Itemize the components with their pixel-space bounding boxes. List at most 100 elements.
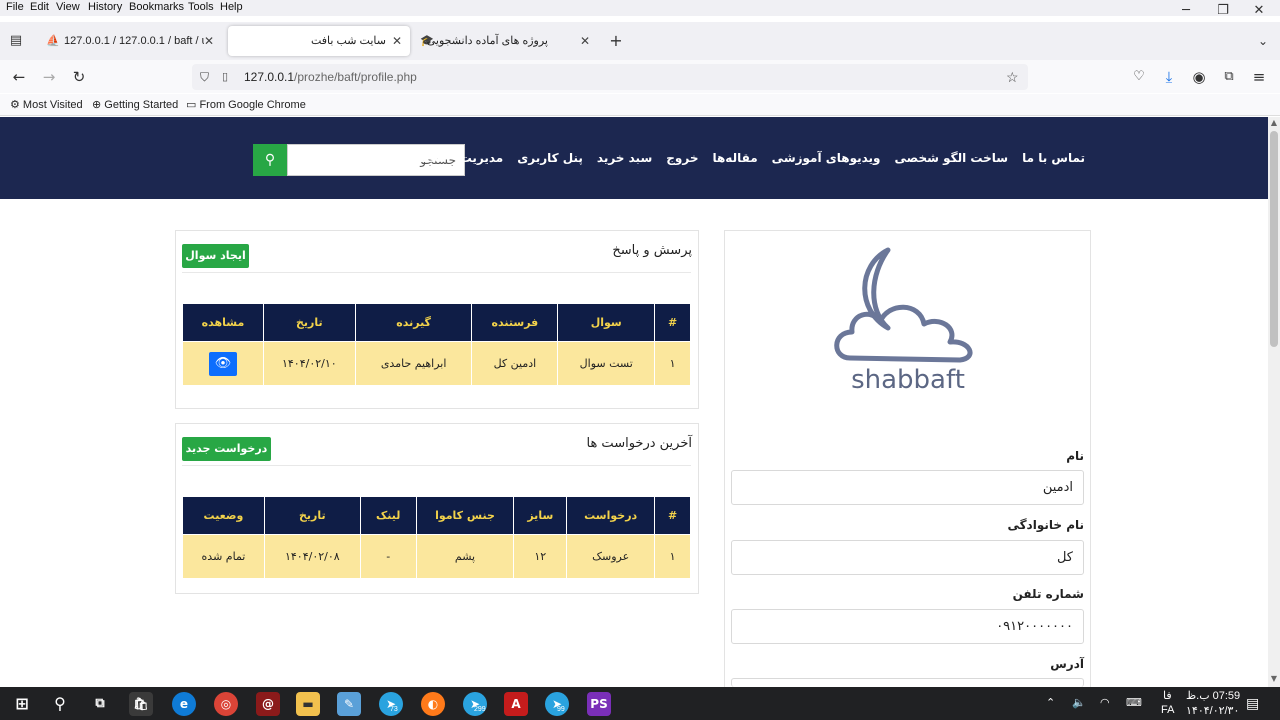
address-field[interactable] [731,678,1084,687]
download-icon[interactable]: ⤓ [1158,66,1180,88]
close-tab-icon[interactable]: ✕ [204,26,214,56]
col-question: سوال [557,303,656,342]
menu-cart[interactable]: سبد خرید [597,151,652,165]
col-date: تاریخ [263,496,361,535]
tab-shabbaft[interactable]: سایت شب بافت ✕ [228,26,410,56]
menu-edit[interactable]: Edit [30,1,49,13]
notes-icon[interactable]: ✎ [337,692,361,716]
minimize-icon[interactable]: ─ [1171,0,1201,22]
bookmarks-bar: ⚙ Most Visited ⊕ Getting Started ▭ From … [0,94,1280,116]
divider [182,272,691,273]
bookmark-folder-chrome[interactable]: ▭ From Google Chrome [186,98,306,111]
phpstorm-icon[interactable]: PS [587,692,611,716]
task-view-icon[interactable]: ⧉ [88,692,112,716]
last-name-field[interactable]: کل [731,540,1084,575]
badge-count: 73 [390,706,398,713]
search-button[interactable]: ⚲ [253,144,287,176]
close-tab-icon[interactable]: ✕ [392,26,402,56]
wifi-icon[interactable]: ◠ [1100,696,1110,709]
menu-logout[interactable]: خروج [666,151,698,165]
cell-number: ۱ [654,341,691,386]
menu-products[interactable]: محصولات▾ [385,151,445,165]
menu-tutorial-videos[interactable]: ویدیوهای آموزشی [772,151,881,165]
store-icon[interactable]: 🛍 [129,692,153,716]
acrobat-icon[interactable]: A [504,692,528,716]
menu-help[interactable]: Help [220,1,243,13]
windows-start-icon[interactable]: ⊞ [10,692,34,716]
bookmark-star-icon[interactable]: ☆ [1006,64,1019,90]
close-tab-icon[interactable]: ✕ [580,26,590,56]
menu-bookmarks[interactable]: Bookmarks [129,1,184,13]
table-header-row: # سوال فرستنده گیرنده تاریخ مشاهده [182,303,691,342]
cell-date: ۱۴۰۴/۰۲/۱۰ [262,341,356,386]
tray-chevron-icon[interactable]: ⌃ [1046,696,1055,709]
scroll-up-icon[interactable]: ▲ [1268,118,1280,130]
col-view: مشاهده [182,303,264,342]
extensions-icon[interactable]: ⧉ [1218,66,1240,88]
col-number: # [654,496,691,535]
restore-icon[interactable]: ❐ [1208,0,1238,22]
hamburger-menu-icon[interactable]: ≡ [1248,66,1270,88]
phpmyadmin-icon: ⛵ [46,35,60,47]
menu-articles[interactable]: مقاله‌ها [712,151,757,165]
requests-title: آخرین درخواست ها [586,436,692,451]
forward-icon[interactable]: → [38,66,60,88]
cell-material: پشم [415,534,515,579]
status-badge: تمام شده [182,534,265,579]
clock-time[interactable]: 07:59 ب.ظ [1186,689,1240,702]
menu-user-panel[interactable]: پنل کاربری [517,151,583,165]
file-explorer-icon[interactable]: ▬ [296,692,320,716]
tab-phpmyadmin[interactable]: ⛵ 127.0.0.1 / 127.0.0.1 / baft / use ✕ [38,26,224,56]
menu-home[interactable]: خانه [346,151,371,165]
menu-contact[interactable]: تماس با ما [1022,151,1085,165]
chrome-icon[interactable]: ◎ [214,692,238,716]
app-icon[interactable]: @ [256,692,280,716]
col-receiver: گیرنده [354,303,473,342]
question-link[interactable]: تست سوال [557,341,656,386]
col-status: وضعیت [182,496,265,535]
scroll-down-icon[interactable]: ▼ [1268,674,1280,686]
language-indicator[interactable]: FA [1161,704,1174,716]
create-question-button[interactable]: ایجاد سوال [182,244,249,268]
divider [182,465,691,466]
cell-sender: ادمین کل [471,341,559,386]
col-material: جنس کاموا [415,496,515,535]
bookmark-getting-started[interactable]: ⊕ Getting Started [92,98,178,111]
shabbaft-logo: shabbaft [834,247,973,395]
language-fa[interactable]: فا [1163,689,1172,702]
account-icon[interactable]: ◉ [1188,66,1210,88]
edge-icon[interactable]: e [172,692,196,716]
menu-view[interactable]: View [56,1,80,13]
firefox-icon[interactable]: ◐ [421,692,445,716]
bookmark-most-visited[interactable]: ⚙ Most Visited [10,98,83,111]
menu-custom-pattern[interactable]: ساخت الگو شخصی [895,151,1009,165]
new-tab-icon[interactable]: + [605,30,627,52]
menu-history[interactable]: History [88,1,122,13]
search-icon[interactable]: ⚲ [48,692,72,716]
back-icon[interactable]: ← [8,66,30,88]
cell-link: - [359,534,417,579]
pocket-icon[interactable]: ♡ [1128,66,1150,88]
notification-icon[interactable]: ▤ [1246,695,1259,712]
keyboard-icon[interactable]: ⌨ [1126,696,1142,709]
reload-icon[interactable]: ↻ [68,66,90,88]
new-request-button[interactable]: درخواست جدید [182,437,271,461]
clock-date[interactable]: ۱۴۰۴/۰۲/۳۰ [1186,704,1239,717]
menu-file[interactable]: File [6,1,24,13]
close-window-icon[interactable]: ✕ [1244,0,1274,22]
tab-list-icon[interactable]: ▤ [5,30,27,52]
menu-management[interactable]: مدیریت [460,151,504,165]
table-row: ۱ عروسک ۱۲ پشم - ۱۴۰۴/۰۲/۰۸ تمام شده [182,534,691,579]
col-size: سایز [513,496,568,535]
cell-request: عروسک [566,534,656,579]
address-bar[interactable]: ⛉ ▯ 127.0.0.1/prozhe/baft/profile.php ☆ [192,64,1028,90]
tab-student-projects[interactable]: 🎓 پروژه های آماده دانشجویی ✕ [414,26,600,56]
first-name-field[interactable]: ادمین [731,470,1084,505]
menu-tools[interactable]: Tools [188,1,214,13]
phone-field[interactable]: ۰۹۱۲۰۰۰۰۰۰۰ [731,609,1084,644]
view-eye-button[interactable]: 👁 [208,351,237,376]
chevron-down-icon[interactable]: ⌄ [1252,30,1274,52]
badge-count: 99 [557,706,565,713]
volume-icon[interactable]: 🔈 [1072,696,1086,709]
scrollbar-thumb[interactable] [1270,131,1278,347]
